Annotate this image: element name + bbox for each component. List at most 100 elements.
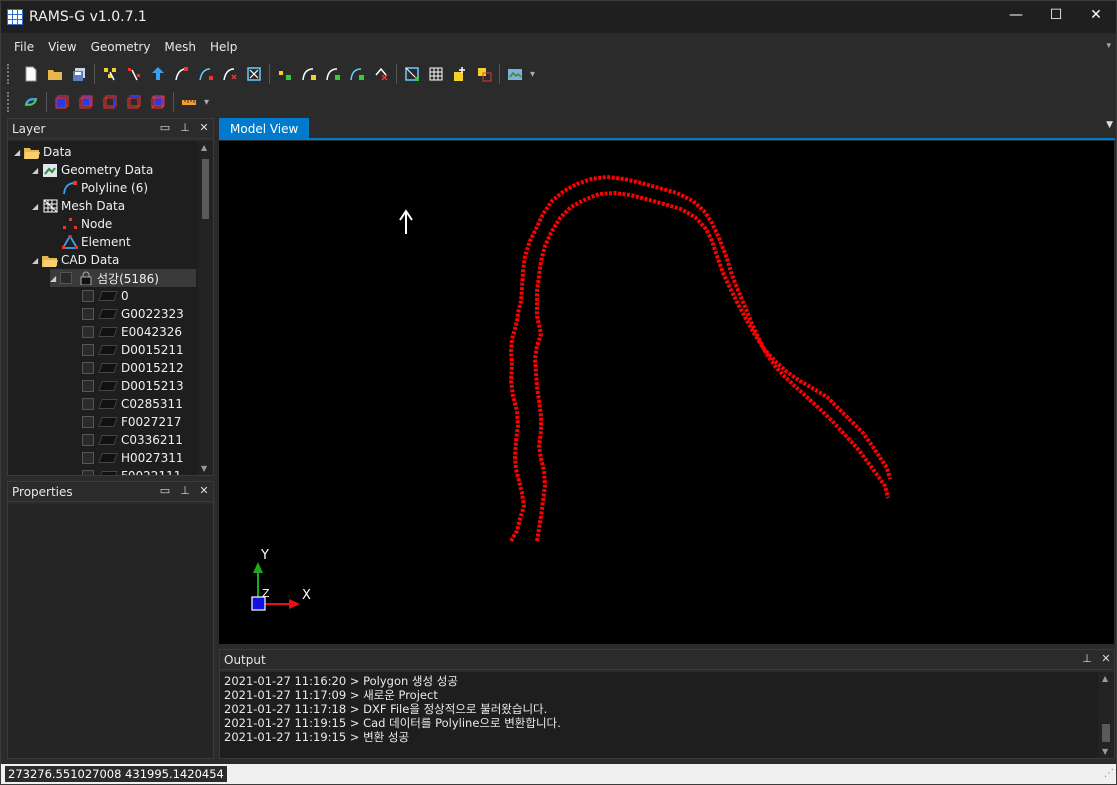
layer-checkbox[interactable]	[82, 290, 94, 302]
cad-layer-item[interactable]: H0027311	[82, 449, 183, 467]
cube-top-icon[interactable]	[74, 90, 98, 114]
point-curve-green-icon[interactable]	[321, 62, 345, 86]
cube-back-icon[interactable]	[122, 90, 146, 114]
layer-scrollbar[interactable]: ▲ ▼	[198, 141, 213, 475]
tab-dropdown-icon[interactable]: ▼	[1106, 120, 1113, 130]
cad-layer-item[interactable]: E0042326	[82, 323, 182, 341]
mesh-import-icon[interactable]	[448, 62, 472, 86]
scroll-up-icon[interactable]: ▲	[201, 143, 207, 152]
tree-node-geometry-data[interactable]: ◢ Geometry Data	[32, 161, 153, 179]
model-viewport[interactable]: Y X Z	[219, 141, 1114, 644]
cad-layer-item[interactable]: D0015212	[82, 359, 184, 377]
tree-node-polyline[interactable]: Polyline (6)	[62, 179, 148, 197]
toolbar-overflow-icon[interactable]: ▾	[530, 69, 535, 80]
scroll-up-icon[interactable]: ▲	[1102, 674, 1108, 683]
tree-node-cad-data[interactable]: ◢ CAD Data	[32, 251, 119, 269]
layer-checkbox[interactable]	[82, 308, 94, 320]
menu-view[interactable]: View	[41, 40, 83, 54]
toolbar-grip[interactable]	[7, 92, 13, 112]
add-polyline-icon[interactable]	[170, 62, 194, 86]
menu-mesh[interactable]: Mesh	[157, 40, 203, 54]
menu-help[interactable]: Help	[203, 40, 244, 54]
scroll-thumb[interactable]	[202, 159, 209, 219]
menubar-overflow-icon[interactable]: ▾	[1106, 41, 1111, 51]
close-panel-icon[interactable]: ✕	[197, 484, 211, 497]
layer-checkbox[interactable]	[82, 470, 94, 475]
mesh-export-icon[interactable]	[472, 62, 496, 86]
mesh-generate-icon[interactable]	[400, 62, 424, 86]
mesh-grid-icon[interactable]	[424, 62, 448, 86]
scroll-down-icon[interactable]: ▼	[1102, 747, 1108, 756]
pin-icon[interactable]: ⊥	[178, 484, 192, 497]
layer-checkbox[interactable]	[82, 398, 94, 410]
close-panel-icon[interactable]: ✕	[197, 121, 211, 134]
select-arrow-icon[interactable]	[146, 62, 170, 86]
add-point-icon[interactable]	[273, 62, 297, 86]
cad-layer-item[interactable]: F0027217	[82, 413, 181, 431]
cad-layer-item[interactable]: F0022111	[82, 467, 181, 475]
cube-front-icon[interactable]	[50, 90, 74, 114]
cube-iso-icon[interactable]	[146, 90, 170, 114]
model-canvas[interactable]: Y X Z	[219, 141, 1114, 644]
layer-checkbox[interactable]	[60, 272, 72, 284]
layer-checkbox[interactable]	[82, 362, 94, 374]
cad-layer-item[interactable]: D0015211	[82, 341, 184, 359]
output-panel-title: Output	[224, 652, 266, 667]
save-icon[interactable]	[67, 62, 91, 86]
edit-polyline-icon[interactable]	[194, 62, 218, 86]
layer-checkbox[interactable]	[82, 452, 94, 464]
layer-checkbox[interactable]	[82, 344, 94, 356]
ruler-icon[interactable]	[177, 90, 201, 114]
tree-node-cad-group[interactable]: ◢ 섬강(5186)	[50, 269, 196, 287]
zoom-extent-icon[interactable]	[242, 62, 266, 86]
new-file-icon[interactable]	[19, 62, 43, 86]
point-curve-blue-icon[interactable]	[345, 62, 369, 86]
resize-grip-icon[interactable]: ⋰	[1104, 768, 1114, 779]
axis-z-label: Z	[262, 587, 270, 600]
pin-icon[interactable]: ⊥	[1080, 652, 1094, 665]
tab-model-view[interactable]: Model View	[219, 118, 310, 140]
toolbar-grip[interactable]	[7, 64, 13, 84]
expand-arrow-icon[interactable]: ◢	[32, 166, 42, 175]
menu-file[interactable]: File	[7, 40, 41, 54]
refresh-icon[interactable]	[19, 90, 43, 114]
minimize-button[interactable]: —	[996, 1, 1036, 29]
cad-layer-item[interactable]: C0336211	[82, 431, 183, 449]
cube-side-icon[interactable]	[98, 90, 122, 114]
tree-node-element[interactable]: Element	[62, 233, 131, 251]
expand-arrow-icon[interactable]: ◢	[32, 202, 42, 211]
map-icon[interactable]	[503, 62, 527, 86]
scroll-thumb[interactable]	[1102, 724, 1110, 742]
close-button[interactable]: ✕	[1076, 1, 1116, 29]
tree-node-mesh-data[interactable]: ◢ Mesh Data	[32, 197, 125, 215]
expand-arrow-icon[interactable]: ◢	[50, 274, 60, 283]
select-point-icon[interactable]	[122, 62, 146, 86]
delete-point-icon[interactable]	[369, 62, 393, 86]
layer-icon	[98, 453, 118, 463]
cad-layer-item[interactable]: 0	[82, 287, 129, 305]
float-panel-icon[interactable]: ▭	[158, 121, 172, 134]
close-panel-icon[interactable]: ✕	[1099, 652, 1113, 665]
move-polyline-icon[interactable]	[218, 62, 242, 86]
maximize-button[interactable]: ☐	[1036, 1, 1076, 29]
expand-arrow-icon[interactable]: ◢	[14, 148, 24, 157]
layer-checkbox[interactable]	[82, 416, 94, 428]
tree-node-data[interactable]: ◢ Data	[14, 143, 72, 161]
layer-checkbox[interactable]	[82, 326, 94, 338]
layer-checkbox[interactable]	[82, 434, 94, 446]
select-node-icon[interactable]	[98, 62, 122, 86]
toolbar-overflow-icon[interactable]: ▾	[204, 97, 209, 108]
expand-arrow-icon[interactable]: ◢	[32, 256, 42, 265]
cad-layer-item[interactable]: G0022323	[82, 305, 184, 323]
menu-geometry[interactable]: Geometry	[84, 40, 158, 54]
tree-node-node[interactable]: Node	[62, 215, 112, 233]
open-folder-icon[interactable]	[43, 62, 67, 86]
scroll-down-icon[interactable]: ▼	[201, 464, 207, 473]
point-curve-icon[interactable]	[297, 62, 321, 86]
output-scrollbar[interactable]: ▲ ▼	[1098, 672, 1114, 758]
cad-layer-item[interactable]: D0015213	[82, 377, 184, 395]
float-panel-icon[interactable]: ▭	[158, 484, 172, 497]
cad-layer-item[interactable]: C0285311	[82, 395, 183, 413]
layer-checkbox[interactable]	[82, 380, 94, 392]
pin-icon[interactable]: ⊥	[178, 121, 192, 134]
